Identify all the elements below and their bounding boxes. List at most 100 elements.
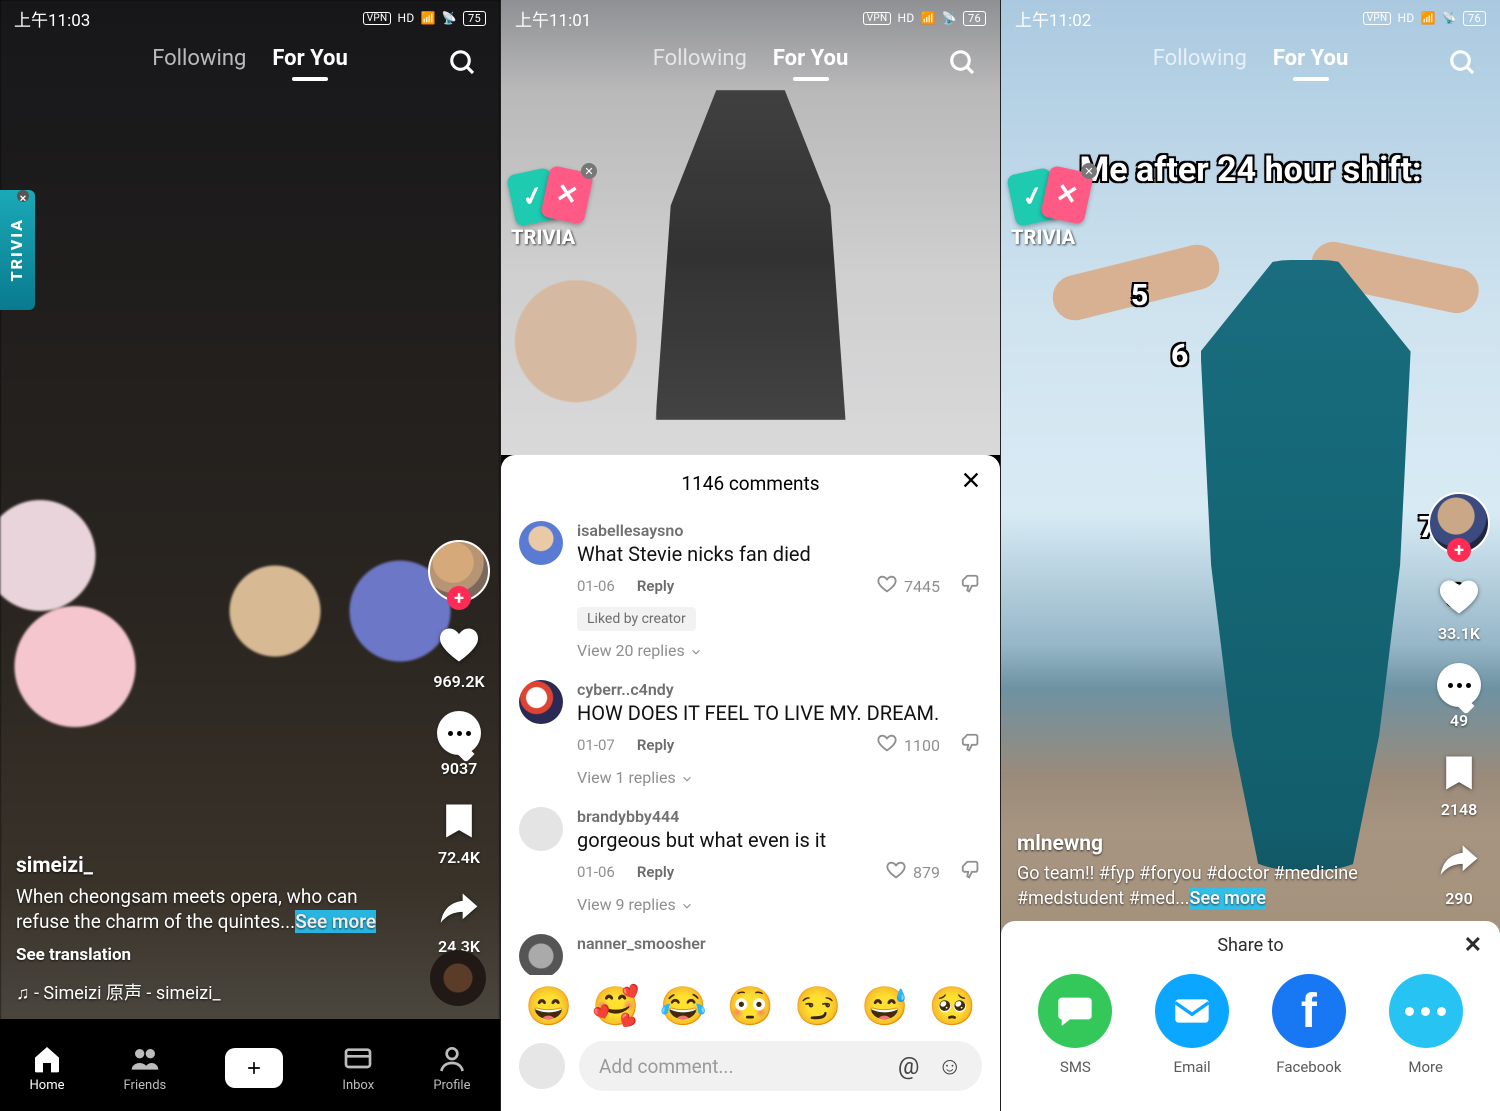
trivia-badge[interactable]: TRIVIA ✕ bbox=[0, 190, 35, 310]
view-replies[interactable]: View 9 replies bbox=[577, 895, 982, 914]
follow-button[interactable]: + bbox=[447, 586, 471, 610]
sound-disc[interactable] bbox=[430, 950, 486, 1006]
comment-text: What Stevie nicks fan died bbox=[577, 542, 982, 567]
comment-author[interactable]: nanner_smoosher bbox=[577, 934, 982, 953]
comment-avatar[interactable] bbox=[519, 521, 563, 565]
like-button[interactable]: 33.1K bbox=[1436, 574, 1482, 643]
tab-following[interactable]: Following bbox=[1153, 46, 1247, 71]
bookmark-icon bbox=[1436, 750, 1482, 796]
like-button[interactable]: 969.2K bbox=[433, 622, 484, 691]
search-icon[interactable] bbox=[446, 46, 480, 80]
comment-item: brandybby444 gorgeous but what even is i… bbox=[501, 797, 1000, 924]
share-button[interactable]: 24.3K bbox=[436, 887, 482, 956]
caption-text[interactable]: Go team!! #fyp #foryou #doctor #medicine… bbox=[1017, 862, 1410, 911]
reaction-emoji[interactable]: 😅 bbox=[861, 985, 908, 1029]
chevron-down-icon bbox=[680, 772, 694, 786]
reaction-emoji[interactable]: 😳 bbox=[727, 985, 774, 1029]
share-button[interactable]: 290 bbox=[1436, 839, 1482, 908]
comment-text: gorgeous but what even is it bbox=[577, 828, 982, 853]
tab-for-you[interactable]: For You bbox=[773, 46, 848, 71]
comment-date: 01-06 bbox=[577, 577, 615, 595]
music-label[interactable]: ♫ - Simeizi 原声 - simeizi_ bbox=[16, 979, 410, 1005]
reaction-emoji[interactable]: 🥺 bbox=[929, 985, 976, 1029]
emoji-icon[interactable]: ☺ bbox=[937, 1052, 962, 1081]
comment-input[interactable]: Add comment... @ ☺ bbox=[579, 1041, 982, 1091]
view-replies[interactable]: View 1 replies bbox=[577, 768, 982, 787]
dislike-button[interactable] bbox=[960, 859, 982, 885]
comment-avatar[interactable] bbox=[519, 934, 563, 975]
tab-for-you[interactable]: For You bbox=[272, 46, 347, 71]
share-email[interactable]: Email bbox=[1155, 974, 1229, 1076]
close-icon[interactable]: ✕ bbox=[581, 163, 597, 179]
signal-icon: 📶 bbox=[1421, 11, 1436, 25]
nav-profile[interactable]: Profile bbox=[433, 1043, 470, 1093]
reply-button[interactable]: Reply bbox=[637, 736, 674, 754]
comment-date: 01-06 bbox=[577, 863, 615, 881]
tab-following[interactable]: Following bbox=[152, 46, 246, 71]
comment-author[interactable]: cyberr..c4ndy bbox=[577, 680, 982, 699]
close-share-button[interactable]: ✕ bbox=[1464, 933, 1482, 958]
video-overlay-number: 5 bbox=[1131, 278, 1148, 313]
see-translation[interactable]: See translation bbox=[16, 945, 410, 965]
create-button[interactable] bbox=[225, 1048, 283, 1088]
see-more[interactable]: See more bbox=[1189, 888, 1266, 909]
like-comment-button[interactable] bbox=[885, 859, 907, 885]
vpn-badge: VPN bbox=[1363, 12, 1392, 25]
comment-item: nanner_smoosher bbox=[501, 924, 1000, 975]
comments-button[interactable]: 49 bbox=[1437, 663, 1481, 730]
thumbs-down-icon bbox=[960, 859, 982, 881]
comment-author[interactable]: brandybby444 bbox=[577, 807, 982, 826]
close-comments-button[interactable] bbox=[956, 465, 986, 495]
share-facebook[interactable]: f Facebook bbox=[1272, 974, 1346, 1076]
wifi-icon: 📡 bbox=[1442, 11, 1457, 25]
nav-home[interactable]: Home bbox=[30, 1043, 65, 1093]
comment-author[interactable]: isabellesaysno bbox=[577, 521, 982, 540]
nav-friends[interactable]: Friends bbox=[124, 1043, 167, 1093]
creator-username[interactable]: simeizi_ bbox=[16, 854, 410, 878]
search-icon[interactable] bbox=[1446, 46, 1480, 80]
profile-icon bbox=[436, 1043, 468, 1075]
trivia-badge[interactable]: ✓✕✕ TRIVIA bbox=[1011, 165, 1093, 249]
reaction-emoji[interactable]: 🥰 bbox=[592, 985, 639, 1029]
like-count: 7445 bbox=[904, 577, 940, 596]
nav-inbox[interactable]: Inbox bbox=[342, 1043, 374, 1093]
thumbs-down-icon bbox=[960, 573, 982, 595]
mention-icon[interactable]: @ bbox=[898, 1052, 920, 1081]
comment-avatar[interactable] bbox=[519, 807, 563, 851]
reaction-emoji[interactable]: 😂 bbox=[660, 985, 707, 1029]
close-icon[interactable]: ✕ bbox=[1081, 163, 1097, 179]
dislike-button[interactable] bbox=[960, 573, 982, 599]
tab-for-you[interactable]: For You bbox=[1273, 46, 1348, 71]
comment-date: 01-07 bbox=[577, 736, 615, 754]
wifi-icon: 📡 bbox=[442, 11, 457, 25]
see-more[interactable]: See more bbox=[295, 910, 376, 933]
view-replies[interactable]: View 20 replies bbox=[577, 641, 982, 660]
reaction-emoji[interactable]: 😄 bbox=[525, 985, 572, 1029]
caption-text[interactable]: When cheongsam meets opera, who can refu… bbox=[16, 884, 410, 935]
save-button[interactable]: 72.4K bbox=[436, 798, 482, 867]
share-sms[interactable]: SMS bbox=[1038, 974, 1112, 1076]
follow-button[interactable]: + bbox=[1447, 538, 1471, 562]
creator-avatar[interactable]: + bbox=[428, 540, 490, 602]
sms-icon bbox=[1038, 974, 1112, 1048]
heart-icon bbox=[876, 573, 898, 595]
reaction-emoji[interactable]: 😏 bbox=[794, 985, 841, 1029]
close-icon[interactable]: ✕ bbox=[17, 190, 29, 202]
dislike-button[interactable] bbox=[960, 732, 982, 758]
creator-username[interactable]: mlnewng bbox=[1017, 832, 1410, 856]
hd-badge: HD bbox=[1397, 11, 1414, 25]
reply-button[interactable]: Reply bbox=[637, 577, 674, 595]
comment-avatar[interactable] bbox=[519, 680, 563, 724]
like-comment-button[interactable] bbox=[876, 732, 898, 758]
comment-item: isabellesaysno What Stevie nicks fan die… bbox=[501, 511, 1000, 670]
comments-button[interactable]: 9037 bbox=[437, 711, 481, 778]
tab-following[interactable]: Following bbox=[653, 46, 747, 71]
search-icon[interactable] bbox=[946, 46, 980, 80]
like-comment-button[interactable] bbox=[876, 573, 898, 599]
creator-avatar[interactable]: + bbox=[1428, 492, 1490, 554]
trivia-badge[interactable]: ✓✕✕ TRIVIA bbox=[511, 165, 593, 249]
share-more[interactable]: More bbox=[1389, 974, 1463, 1076]
save-button[interactable]: 2148 bbox=[1436, 750, 1482, 819]
reply-button[interactable]: Reply bbox=[637, 863, 674, 881]
self-avatar[interactable] bbox=[519, 1043, 565, 1089]
